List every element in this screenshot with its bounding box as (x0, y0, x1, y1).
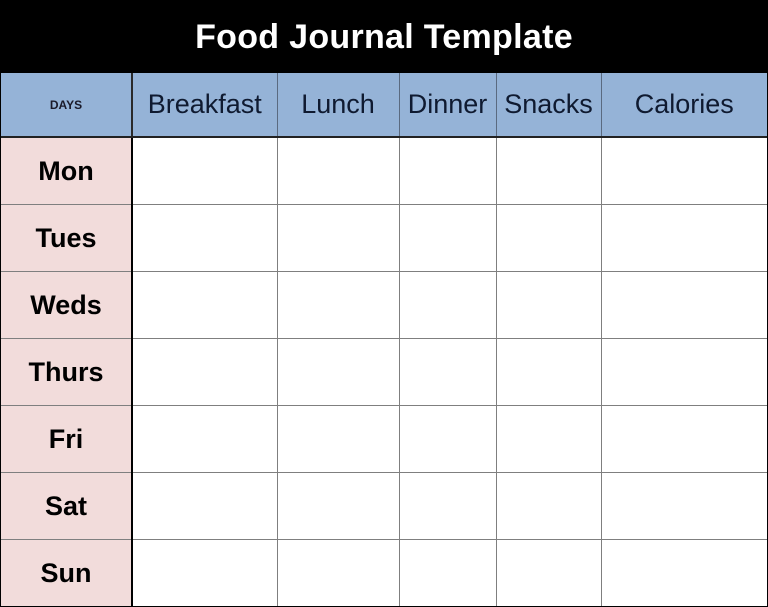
day-label: Weds (1, 271, 133, 339)
cell-snacks[interactable] (495, 539, 602, 606)
cell-dinner[interactable] (398, 136, 497, 205)
table-row: Sun (1, 539, 767, 606)
cell-lunch[interactable] (276, 405, 400, 473)
cell-calories[interactable] (600, 472, 767, 540)
table-row: Mon (1, 136, 767, 205)
page-title: Food Journal Template (1, 1, 767, 73)
day-label: Sun (1, 539, 133, 606)
cell-dinner[interactable] (398, 338, 497, 406)
table-row: Sat (1, 472, 767, 540)
cell-snacks[interactable] (495, 338, 602, 406)
cell-dinner[interactable] (398, 204, 497, 272)
column-header-days: DAYS (1, 73, 133, 138)
column-header-snacks: Snacks (495, 73, 602, 138)
cell-snacks[interactable] (495, 405, 602, 473)
day-label: Fri (1, 405, 133, 473)
day-label: Thurs (1, 338, 133, 406)
day-label: Sat (1, 472, 133, 540)
cell-breakfast[interactable] (131, 539, 278, 606)
cell-snacks[interactable] (495, 472, 602, 540)
cell-breakfast[interactable] (131, 338, 278, 406)
cell-calories[interactable] (600, 338, 767, 406)
cell-breakfast[interactable] (131, 136, 278, 205)
journal-table: DAYS Breakfast Lunch Dinner Snacks Calor… (1, 73, 767, 606)
cell-breakfast[interactable] (131, 271, 278, 339)
cell-lunch[interactable] (276, 338, 400, 406)
day-label: Mon (1, 136, 133, 205)
day-label: Tues (1, 204, 133, 272)
cell-calories[interactable] (600, 204, 767, 272)
cell-dinner[interactable] (398, 539, 497, 606)
column-header-dinner: Dinner (398, 73, 497, 138)
cell-dinner[interactable] (398, 271, 497, 339)
cell-calories[interactable] (600, 136, 767, 205)
cell-breakfast[interactable] (131, 204, 278, 272)
cell-calories[interactable] (600, 405, 767, 473)
table-row: Tues (1, 204, 767, 272)
cell-breakfast[interactable] (131, 405, 278, 473)
table-row: Fri (1, 405, 767, 473)
column-header-lunch: Lunch (276, 73, 400, 138)
cell-snacks[interactable] (495, 271, 602, 339)
cell-lunch[interactable] (276, 271, 400, 339)
column-header-calories: Calories (600, 73, 767, 138)
cell-lunch[interactable] (276, 136, 400, 205)
food-journal-sheet: Food Journal Template DAYS Breakfast Lun… (0, 0, 768, 607)
cell-snacks[interactable] (495, 204, 602, 272)
header-row: DAYS Breakfast Lunch Dinner Snacks Calor… (1, 73, 767, 138)
cell-calories[interactable] (600, 271, 767, 339)
table-row: Weds (1, 271, 767, 339)
cell-snacks[interactable] (495, 136, 602, 205)
table-row: Thurs (1, 338, 767, 406)
cell-dinner[interactable] (398, 472, 497, 540)
column-header-breakfast: Breakfast (131, 73, 278, 138)
cell-dinner[interactable] (398, 405, 497, 473)
cell-breakfast[interactable] (131, 472, 278, 540)
cell-lunch[interactable] (276, 472, 400, 540)
cell-calories[interactable] (600, 539, 767, 606)
cell-lunch[interactable] (276, 539, 400, 606)
cell-lunch[interactable] (276, 204, 400, 272)
